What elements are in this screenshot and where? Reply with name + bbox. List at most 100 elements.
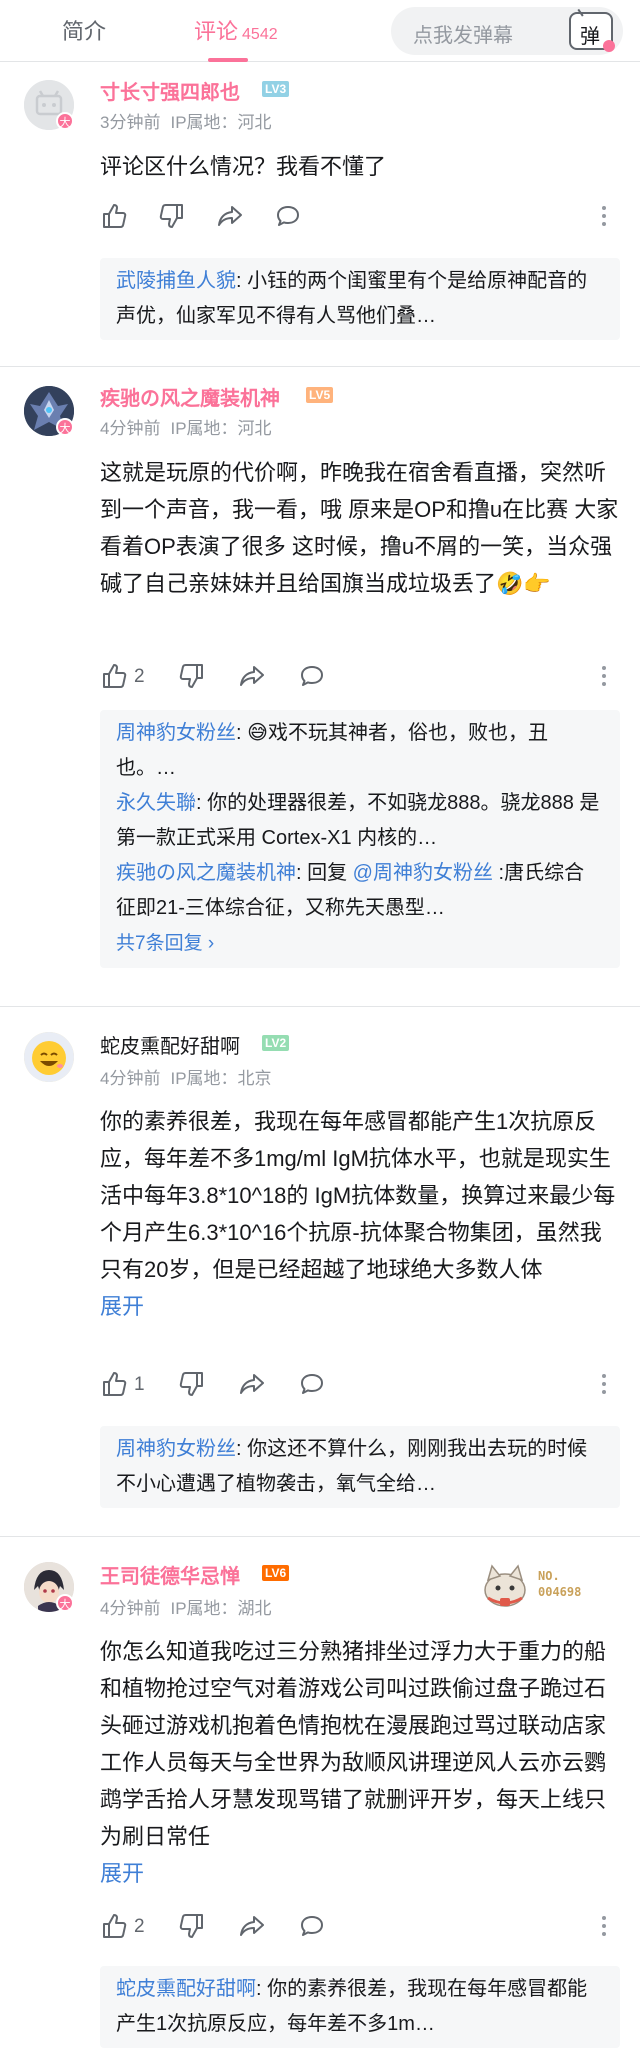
comment-actions: 2 bbox=[100, 1912, 620, 1944]
danmaku-placeholder: 点我发弹幕 bbox=[413, 25, 513, 47]
comment-text: 你的素养很差，我现在每年感冒都能产生1次抗原反应，每年差不多1mg/ml IgM… bbox=[100, 1103, 620, 1325]
tab-intro[interactable]: 简介 bbox=[62, 14, 106, 46]
tab-intro-label: 简介 bbox=[62, 19, 107, 44]
top-tab-bar: 简介 评论 4542 点我发弹幕 弹 bbox=[0, 0, 640, 62]
more-options-icon[interactable] bbox=[602, 206, 606, 230]
comment-count: 4542 bbox=[242, 26, 278, 43]
thumb-down-icon bbox=[179, 664, 203, 688]
expand-link[interactable]: 展开 bbox=[100, 1861, 144, 1886]
level-badge: LV5 bbox=[306, 387, 334, 403]
reply-username[interactable]: 永久失聯 bbox=[116, 792, 196, 814]
more-options-icon[interactable] bbox=[602, 666, 606, 690]
dislike-button[interactable] bbox=[178, 1370, 206, 1402]
thumb-up-icon bbox=[103, 1372, 127, 1396]
vip-badge: 大 bbox=[56, 112, 74, 130]
vip-badge: 大 bbox=[56, 1594, 74, 1612]
reply-username[interactable]: 周神豹女粉丝 bbox=[116, 722, 236, 744]
expand-link[interactable]: 展开 bbox=[100, 1294, 144, 1319]
comment-actions: 2 bbox=[100, 662, 620, 694]
tab-comments-label: 评论 bbox=[194, 19, 239, 44]
like-button[interactable]: 2 bbox=[100, 1912, 145, 1944]
mention-link[interactable]: @周神豹女粉丝 bbox=[353, 862, 493, 884]
dislike-button[interactable] bbox=[178, 662, 206, 694]
danmaku-button-label: 弹 bbox=[580, 26, 600, 48]
comment-body: 你的素养很差，我现在每年感冒都能产生1次抗原反应，每年差不多1mg/ml IgM… bbox=[100, 1109, 616, 1282]
more-options-icon[interactable] bbox=[602, 1916, 606, 1940]
share-button[interactable] bbox=[238, 1912, 266, 1944]
comment-time: 3分钟前 bbox=[100, 113, 161, 132]
reply-button[interactable] bbox=[274, 202, 302, 234]
active-tab-indicator bbox=[208, 58, 248, 62]
like-button[interactable]: 2 bbox=[100, 662, 145, 694]
dislike-button[interactable] bbox=[178, 1912, 206, 1944]
vip-badge: 大 bbox=[56, 418, 74, 436]
comment-bubble-icon bbox=[301, 666, 323, 686]
username[interactable]: 蛇皮熏配好甜啊 bbox=[100, 1030, 240, 1059]
comment-text: 评论区什么情况？我看不懂了 bbox=[100, 154, 387, 179]
reply-username[interactable]: 周神豹女粉丝 bbox=[116, 1438, 236, 1460]
avatar[interactable] bbox=[24, 1032, 74, 1082]
comment-meta: 4分钟前 IP属地：河北 bbox=[100, 414, 282, 439]
comment-time: 4分钟前 bbox=[100, 1069, 161, 1088]
tab-comments[interactable]: 评论 4542 bbox=[194, 14, 278, 46]
danmaku-toggle-button[interactable]: 弹 bbox=[569, 5, 615, 52]
reply-item: 周神豹女粉丝: 你这还不算什么，刚刚我出去玩的时候不小心遭遇了植物袭击，氧气全给… bbox=[116, 1432, 604, 1502]
check-badge-icon bbox=[603, 40, 615, 52]
danmaku-input[interactable]: 点我发弹幕 弹 bbox=[391, 5, 623, 55]
share-icon bbox=[218, 206, 242, 226]
level-badge: LV6 bbox=[262, 1565, 290, 1581]
level-badge: LV2 bbox=[262, 1035, 290, 1051]
comment-time: 4分钟前 bbox=[100, 419, 161, 438]
level-badge: LV3 bbox=[262, 81, 290, 97]
reply-item: 永久失聯: 你的处理器很差，不如骁龙888。骁龙888 是第一款正式采用 Cor… bbox=[116, 786, 604, 856]
reply-button[interactable] bbox=[298, 1370, 326, 1402]
reply-username[interactable]: 蛇皮熏配好甜啊 bbox=[116, 1978, 256, 2000]
reply-preview-box[interactable]: 武陵捕鱼人貌: 小钰的两个闺蜜里有个是给原神配音的声优，仙家军见不得有人骂他们叠… bbox=[100, 258, 620, 340]
reply-prefix: : 回复 bbox=[296, 862, 353, 884]
dislike-button[interactable] bbox=[158, 202, 186, 234]
comment-meta: 3分钟前 IP属地：河北 bbox=[100, 108, 282, 133]
comment-text: 这就是玩原的代价啊，昨晚我在宿舍看直播，突然听到一个声音，我一看，哦 原来是OP… bbox=[100, 460, 619, 596]
thumb-up-icon bbox=[103, 664, 127, 688]
share-icon bbox=[240, 1916, 264, 1936]
reply-item: 武陵捕鱼人貌: 小钰的两个闺蜜里有个是给原神配音的声优，仙家军见不得有人骂他们叠… bbox=[116, 264, 604, 334]
share-icon bbox=[240, 666, 264, 686]
divider bbox=[0, 1006, 640, 1007]
reply-username[interactable]: 疾驰の风之魔装机神 bbox=[116, 862, 296, 884]
reply-button[interactable] bbox=[298, 1912, 326, 1944]
comment-actions: 1 bbox=[100, 1370, 620, 1402]
reply-preview-box[interactable]: 蛇皮熏配好甜啊: 你的素养很差，我现在每年感冒都能产生1次抗原反应，每年差不多1… bbox=[100, 1966, 620, 2048]
username[interactable]: 王司徒德华忌惮 bbox=[100, 1560, 240, 1589]
reply-item: 周神豹女粉丝: 😅戏不玩其神者，俗也，败也，丑也。… bbox=[116, 716, 604, 786]
reply-preview-box[interactable]: 周神豹女粉丝: 你这还不算什么，刚刚我出去玩的时候不小心遭遇了植物袭击，氧气全给… bbox=[100, 1426, 620, 1508]
view-more-replies-link[interactable]: 共7条回复 › bbox=[116, 926, 604, 962]
comment-body: 你怎么知道我吃过三分熟猪排坐过浮力大于重力的船和植物抢过空气对着游戏公司叫过跌偷… bbox=[100, 1639, 607, 1849]
reply-preview-box[interactable]: 周神豹女粉丝: 😅戏不玩其神者，俗也，败也，丑也。… 永久失聯: 你的处理器很差… bbox=[100, 710, 620, 968]
reply-button[interactable] bbox=[298, 662, 326, 694]
tv-antenna-icon bbox=[577, 5, 589, 17]
thumb-down-icon bbox=[179, 1914, 203, 1938]
thumb-down-icon bbox=[179, 1372, 203, 1396]
more-options-icon[interactable] bbox=[602, 1374, 606, 1398]
reply-item: 疾驰の风之魔装机神: 回复 @周神豹女粉丝 :唐氏综合征即21-三体综合征，又称… bbox=[116, 856, 604, 926]
reply-item: 蛇皮熏配好甜啊: 你的素养很差，我现在每年感冒都能产生1次抗原反应，每年差不多1… bbox=[116, 1972, 604, 2042]
cat-mascot-icon bbox=[484, 1564, 526, 1607]
like-button[interactable]: 1 bbox=[100, 1370, 145, 1402]
username[interactable]: 疾驰の风之魔装机神 bbox=[100, 382, 280, 411]
share-button[interactable] bbox=[238, 662, 266, 694]
comment-time: 4分钟前 bbox=[100, 1599, 161, 1618]
smile-emoji-avatar-icon bbox=[24, 1032, 74, 1082]
username[interactable]: 寸长寸强四郎也 bbox=[100, 76, 240, 105]
comment-bubble-icon bbox=[301, 1916, 323, 1936]
ip-location: IP属地：河北 bbox=[170, 113, 272, 132]
reply-username[interactable]: 武陵捕鱼人貌 bbox=[116, 270, 236, 292]
ip-location: IP属地：北京 bbox=[170, 1069, 272, 1088]
divider bbox=[0, 1536, 640, 1537]
medal-number: NO. 004698 bbox=[538, 1569, 582, 1599]
fan-medal[interactable]: NO. 004698 bbox=[480, 1560, 610, 1610]
comment-meta: 4分钟前 IP属地：北京 bbox=[100, 1064, 282, 1089]
comment-actions bbox=[100, 202, 620, 234]
like-button[interactable] bbox=[100, 202, 128, 234]
share-button[interactable] bbox=[216, 202, 244, 234]
share-button[interactable] bbox=[238, 1370, 266, 1402]
